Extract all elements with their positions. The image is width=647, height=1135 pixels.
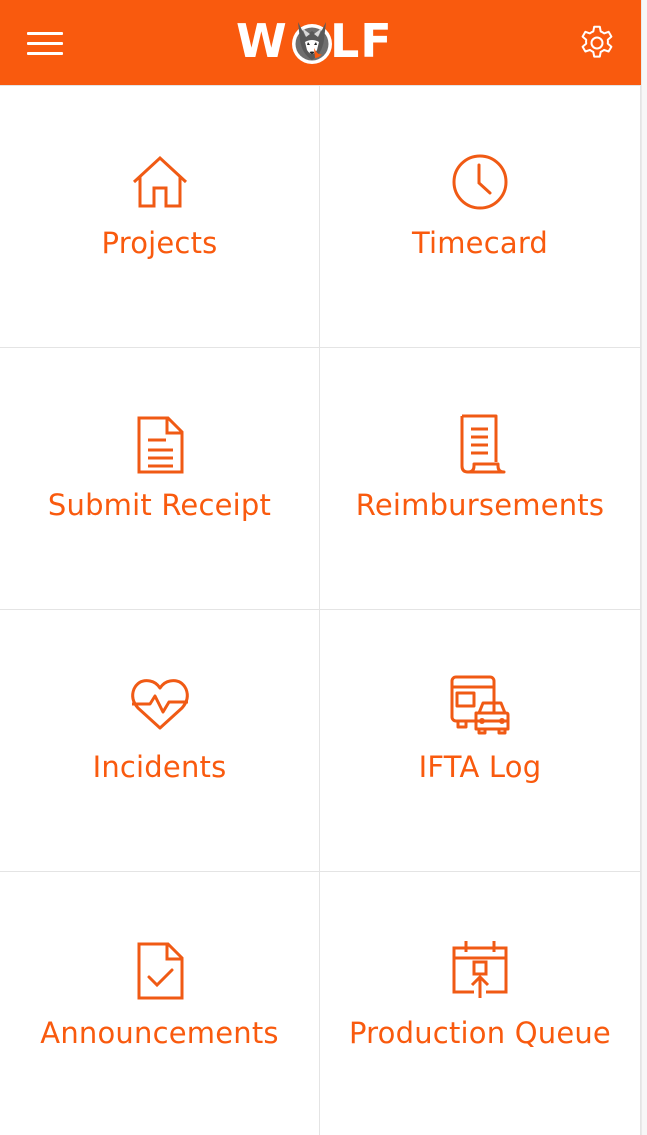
- tile-projects[interactable]: Projects: [0, 86, 320, 348]
- hamburger-bar: [27, 42, 63, 45]
- document-icon: [137, 416, 183, 474]
- tile-label: Reimbursements: [355, 488, 605, 522]
- tile-label: Incidents: [92, 750, 227, 784]
- tile-label: Timecard: [411, 226, 549, 260]
- bus-car-icon: [450, 675, 510, 735]
- tile-incidents[interactable]: Incidents: [0, 610, 320, 872]
- app-screen: W LF Projects Timecard Submit Receipt Re…: [0, 0, 647, 1135]
- scroll-receipt-icon: [460, 414, 506, 474]
- tile-submit-receipt[interactable]: Submit Receipt: [0, 348, 320, 610]
- calendar-upload-icon: [452, 941, 508, 998]
- tile-production-queue[interactable]: Production Queue: [320, 872, 641, 1135]
- tile-label: Projects: [101, 226, 218, 260]
- hamburger-bar: [27, 52, 63, 55]
- wolf-logo: W LF: [236, 12, 408, 70]
- gear-icon: [581, 25, 613, 58]
- tile-reimbursements[interactable]: Reimbursements: [320, 348, 641, 610]
- feature-grid: Projects Timecard Submit Receipt Reimbur…: [0, 85, 641, 1135]
- tile-timecard[interactable]: Timecard: [320, 86, 641, 348]
- wolf-head-icon: [292, 22, 332, 64]
- menu-button[interactable]: [22, 26, 68, 60]
- hamburger-menu-icon: [27, 32, 63, 35]
- document-check-icon: [137, 942, 183, 1000]
- heart-pulse-icon: [130, 679, 189, 730]
- tile-announcements[interactable]: Announcements: [0, 872, 320, 1135]
- house-icon: [132, 155, 187, 208]
- tile-label: Announcements: [40, 1016, 279, 1050]
- tile-ifta-log[interactable]: IFTA Log: [320, 610, 641, 872]
- logo-letter-w: W: [236, 14, 288, 68]
- settings-button[interactable]: [576, 22, 618, 64]
- clock-icon: [452, 154, 508, 210]
- logo-letters-lf: LF: [330, 14, 393, 68]
- tile-label: Production Queue: [349, 1016, 611, 1050]
- app-header: W LF: [0, 0, 641, 85]
- tile-label: IFTA Log: [418, 750, 542, 784]
- tile-label: Submit Receipt: [47, 488, 272, 522]
- scrollbar-track[interactable]: [641, 0, 647, 1135]
